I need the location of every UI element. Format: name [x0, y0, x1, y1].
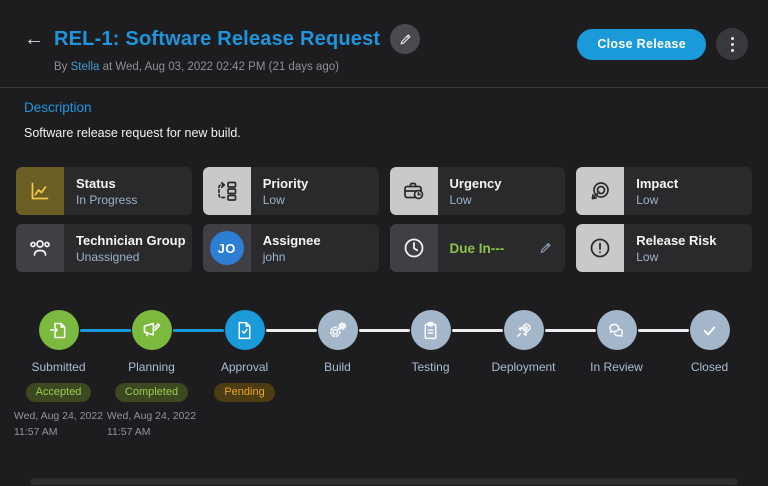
- connector: [451, 329, 503, 332]
- rocket-icon: [503, 310, 544, 350]
- step-label: Submitted: [31, 360, 86, 374]
- card-value: Low: [636, 192, 659, 207]
- edit-title-button[interactable]: [390, 24, 421, 54]
- connector: [358, 329, 410, 332]
- header-actions: Close Release: [577, 24, 748, 60]
- step-closed[interactable]: Closed: [637, 310, 756, 441]
- back-arrow-icon[interactable]: ←: [24, 29, 44, 49]
- clipboard-icon: [410, 310, 451, 350]
- release-risk-card[interactable]: Release Risk Low: [576, 224, 752, 272]
- impact-card[interactable]: Impact Low: [576, 167, 752, 215]
- gears-icon: [317, 310, 358, 350]
- pencil-icon: [540, 243, 551, 253]
- alert-circle-icon: [576, 224, 625, 272]
- connector: [172, 329, 224, 332]
- chart-line-icon: [16, 167, 64, 215]
- step-date: Wed, Aug 24, 2022 11:57 AM: [106, 410, 197, 438]
- workflow-icon: [202, 167, 251, 215]
- technician-group-card[interactable]: Technician Group Unassigned: [16, 224, 192, 272]
- author-link[interactable]: Stella: [71, 61, 100, 73]
- people-group-icon: [16, 224, 64, 272]
- step-date: Wed, Aug 24, 2022 11:57 AM: [13, 410, 104, 438]
- step-label: Deployment: [491, 360, 556, 374]
- assignee-avatar: JO: [202, 224, 251, 272]
- header: ← REL-1: Software Release Request By Ste…: [0, 0, 768, 73]
- plan-edit-icon: [131, 310, 172, 350]
- card-title: Assignee: [262, 232, 321, 248]
- briefcase-clock-icon: [389, 167, 438, 215]
- document-import-icon: [38, 310, 79, 350]
- card-value: Low: [636, 249, 659, 264]
- step-label: Approval: [220, 360, 269, 374]
- description-body: Software release request for new build.: [24, 126, 241, 140]
- urgency-card[interactable]: Urgency Low: [389, 167, 566, 215]
- avatar: JO: [209, 231, 244, 265]
- kebab-menu-icon: [730, 36, 734, 40]
- horizontal-scrollbar[interactable]: [30, 478, 738, 485]
- edit-due-date-button[interactable]: [538, 241, 553, 256]
- clock-icon: [389, 224, 438, 272]
- card-value: Low: [449, 192, 472, 207]
- card-title: Urgency: [449, 175, 502, 191]
- card-title: Priority: [262, 175, 309, 191]
- connector: [265, 329, 317, 332]
- close-release-button[interactable]: Close Release: [577, 28, 706, 60]
- document-check-icon: [224, 310, 265, 350]
- target-arrow-icon: [576, 167, 625, 215]
- check-icon: [689, 310, 730, 350]
- property-cards: Status In Progress Priority Low Urgency …: [16, 167, 752, 272]
- chat-bubbles-icon: [596, 310, 637, 350]
- description-section: Description Software release request for…: [0, 88, 768, 140]
- card-title: Release Risk: [636, 232, 717, 248]
- connector: [544, 329, 596, 332]
- step-label: Testing: [411, 360, 450, 374]
- connector: [79, 329, 131, 332]
- description-heading: Description: [24, 100, 92, 115]
- card-title: Impact: [636, 175, 679, 191]
- due-in-card[interactable]: Due In---: [389, 224, 566, 272]
- card-title: Status: [76, 175, 116, 191]
- due-in-value: Due In---: [449, 240, 505, 256]
- card-title: Technician Group: [76, 232, 186, 248]
- priority-card[interactable]: Priority Low: [202, 167, 379, 215]
- byline: By Stella at Wed, Aug 03, 2022 02:42 PM …: [54, 61, 420, 73]
- assignee-card[interactable]: JO Assignee john: [202, 224, 379, 272]
- card-value: john: [262, 249, 286, 264]
- status-card[interactable]: Status In Progress: [16, 167, 192, 215]
- card-value: Low: [262, 192, 285, 207]
- step-label: Planning: [128, 360, 175, 374]
- more-actions-button[interactable]: [716, 28, 748, 60]
- card-value: Unassigned: [76, 249, 140, 264]
- status-badge: Accepted: [25, 383, 92, 402]
- pencil-icon: [398, 32, 413, 47]
- status-badge: Pending: [214, 383, 275, 402]
- byline-rest: at Wed, Aug 03, 2022 02:42 PM (21 days a…: [99, 61, 339, 73]
- connector: [637, 329, 689, 332]
- header-left: ← REL-1: Software Release Request By Ste…: [24, 24, 421, 73]
- status-badge: Completed: [114, 383, 189, 402]
- release-stage-timeline: Submitted Accepted Wed, Aug 24, 2022 11:…: [12, 310, 756, 441]
- page-title: REL-1: Software Release Request: [54, 27, 381, 50]
- card-value: In Progress: [76, 192, 138, 207]
- step-label: Build: [324, 360, 351, 374]
- byline-prefix: By: [54, 61, 71, 73]
- step-label: Closed: [690, 360, 729, 374]
- step-label: In Review: [590, 360, 643, 374]
- title-row: ← REL-1: Software Release Request: [24, 24, 421, 54]
